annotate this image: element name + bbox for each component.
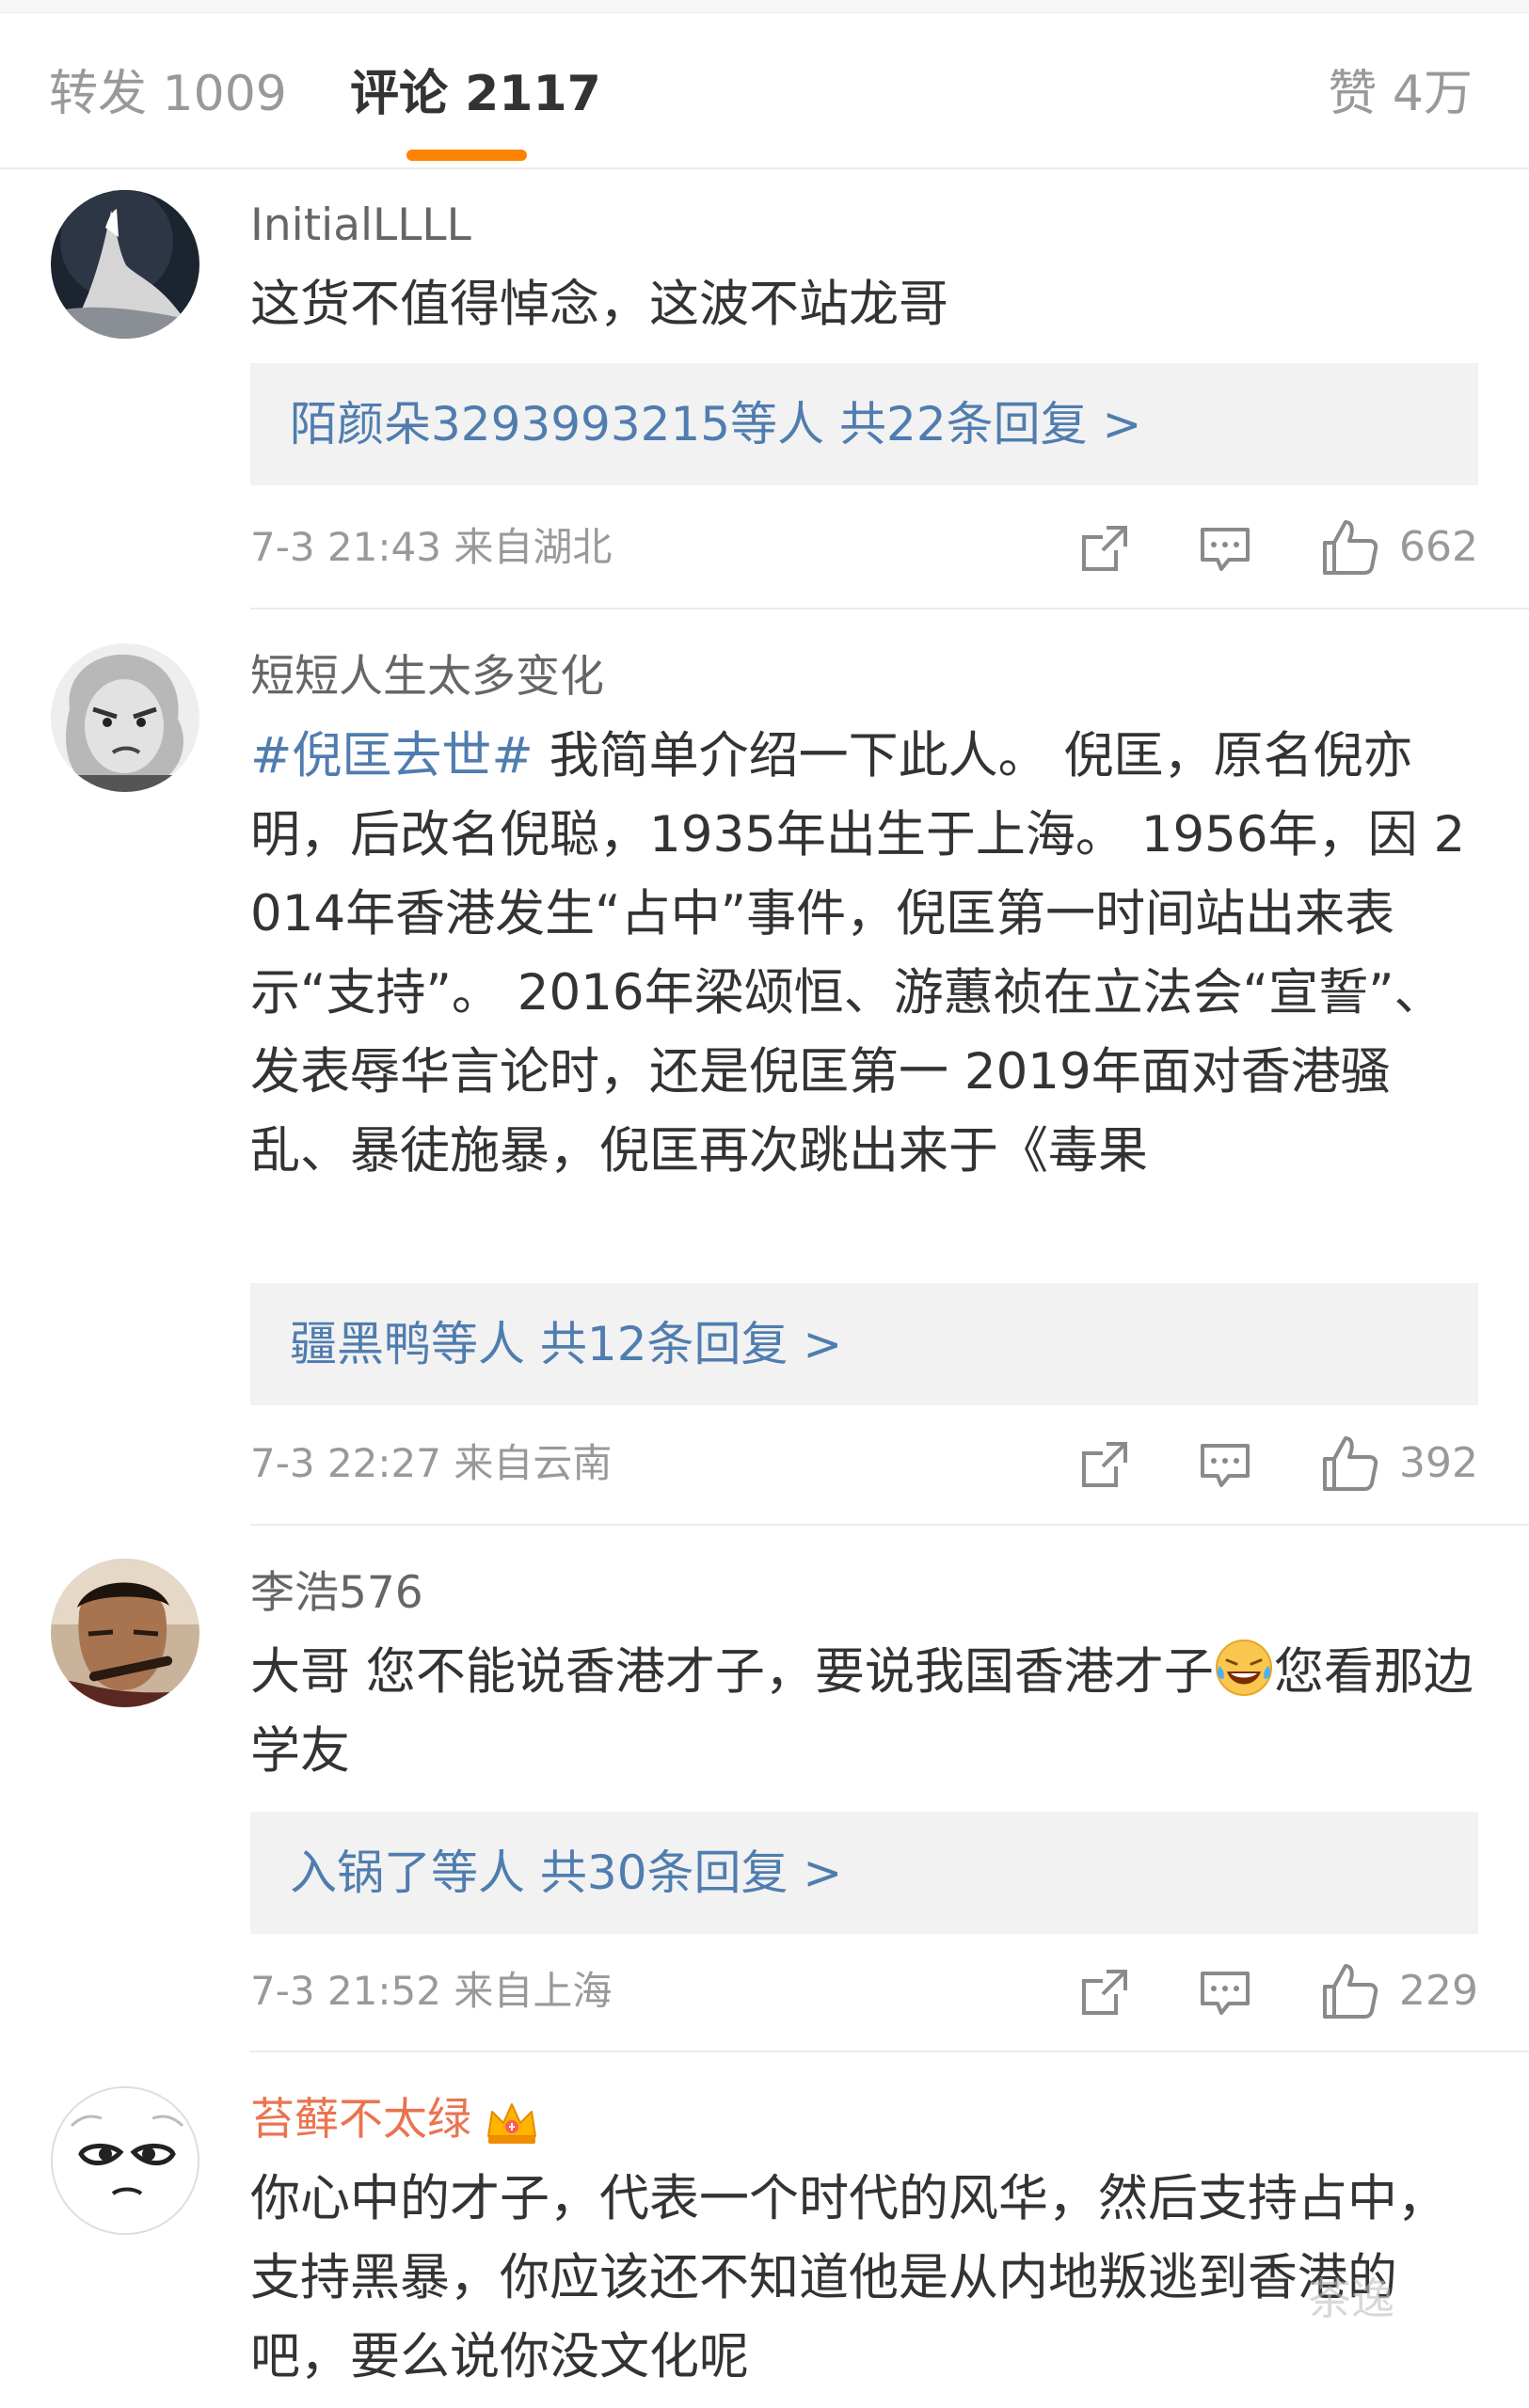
hashtag-link[interactable]: #倪匡去世# [250,727,534,784]
comment-meta: 7-3 21:52 来自上海 229 [250,1958,1478,2024]
tab-comments[interactable]: 评论 2117 [350,60,601,128]
watermark-text: 茶逸 [1308,2273,1394,2324]
comment-icon[interactable] [1199,1438,1251,1491]
comment-meta: 7-3 22:27 来自云南 392 [250,1431,1478,1497]
comment-timestamp-location: 7-3 22:27 来自云南 [250,1440,613,1486]
comment-icon[interactable] [1199,1966,1251,2019]
comment-username[interactable]: 李浩576 [250,1565,423,1622]
avatar[interactable] [51,643,199,792]
share-icon[interactable] [1078,1438,1131,1491]
reply-summary-link[interactable]: 疆黑鸭等人 共12条回复 > [290,1283,842,1405]
comment-divider [250,2051,1529,2052]
reply-summary-box[interactable]: 陌颜朵3293993215等人 共22条回复 > [250,363,1478,485]
laugh-cry-emoji-icon [1215,1640,1272,1696]
share-icon[interactable] [1078,1966,1131,2019]
avatar[interactable] [51,2086,199,2235]
thumbs-up-icon[interactable] [1321,1962,1379,2020]
reply-summary-box[interactable]: 入锅了等人 共30条回复 > [250,1812,1478,1934]
comment-meta: 7-3 21:43 来自湖北 662 [250,515,1478,580]
tab-reposts[interactable]: 转发 1009 [49,60,287,128]
like-count: 229 [1399,1967,1478,2015]
comment-body: 大哥 您不能说香港才子，要说我国香港才子 [250,1643,1214,1701]
comment-text: 这货不值得悼念，这波不站龙哥 [250,276,948,333]
share-icon[interactable] [1078,522,1131,575]
comment-text: #倪匡去世# 我简单介绍一下此人。 倪匡，原名倪亦明，后改名倪聪，1935年出生… [250,717,1473,1191]
comment-username[interactable]: 短短人生太多变化 [250,649,604,705]
comment-icon[interactable] [1199,522,1251,575]
like-count: 662 [1399,523,1478,571]
tab-likes[interactable]: 赞 4万 [1328,60,1473,128]
like-count: 392 [1399,1439,1478,1487]
avatar[interactable] [51,1559,199,1707]
reply-summary-link[interactable]: 陌颜朵3293993215等人 共22条回复 > [290,363,1141,485]
reply-summary-box[interactable]: 疆黑鸭等人 共12条回复 > [250,1283,1478,1405]
comment-username[interactable]: InitialLLLL [250,198,471,254]
thumbs-up-icon[interactable] [1321,1434,1379,1493]
active-tab-indicator [406,150,527,161]
comment-divider [250,608,1529,610]
comment-timestamp-location: 7-3 21:52 来自上海 [250,1968,613,2014]
comment-tabs: 转发 1009 评论 2117 赞 4万 [0,13,1529,169]
comment-text: 你心中的才子，代表一个时代的风华，然后支持占中，支持黑暴，你应该还不知道他是从内… [250,2170,1447,2385]
username-text[interactable]: 苔藓不太绿 [250,2094,471,2146]
comment-divider [250,1524,1529,1526]
comment-timestamp-location: 7-3 21:43 来自湖北 [250,524,613,570]
comment-body: 我简单介绍一下此人。 倪匡，原名倪亦明，后改名倪聪，1935年出生于上海。 19… [250,727,1466,1180]
avatar[interactable] [51,190,199,339]
thumbs-up-icon[interactable] [1321,518,1379,577]
top-strip [0,0,1529,13]
vip-crown-icon [487,2102,536,2144]
comment-username[interactable]: 苔藓不太绿 [250,2092,539,2148]
comment-text: 大哥 您不能说香港才子，要说我国香港才子 您看那边学友 [250,1633,1473,1791]
reply-summary-link[interactable]: 入锅了等人 共30条回复 > [290,1812,842,1934]
